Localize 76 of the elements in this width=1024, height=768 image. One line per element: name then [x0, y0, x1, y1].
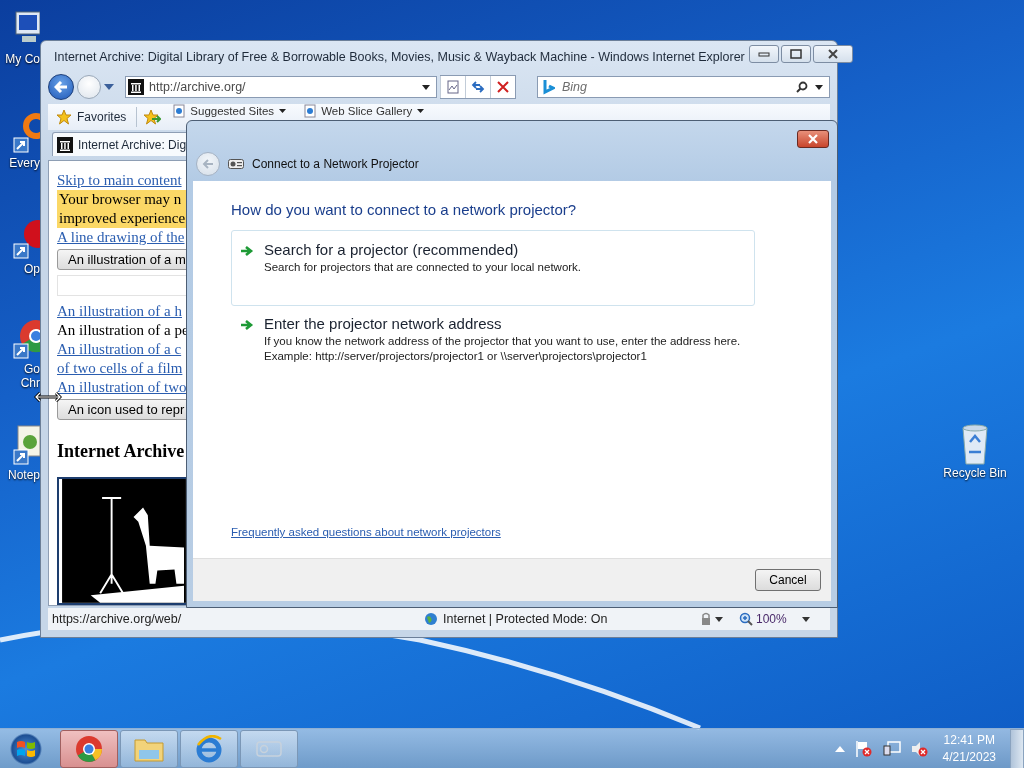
dropdown-arrow-icon — [417, 109, 425, 113]
dropdown-arrow-icon — [801, 616, 810, 622]
page-link[interactable]: A line drawing of the — [57, 228, 185, 247]
minimize-icon — [757, 51, 770, 57]
page-link[interactable]: An illustration of two — [57, 378, 187, 398]
option-description: If you know the network address of the projector that you want to use, enter the address here. — [264, 334, 741, 349]
search-field[interactable]: Bing — [537, 76, 830, 98]
cancel-button[interactable]: Cancel — [755, 569, 821, 591]
back-button[interactable] — [48, 74, 74, 100]
building-icon — [57, 136, 73, 153]
desktop-icon-label: Chr — [20, 376, 40, 390]
desktop-icon-label: Notep — [7, 468, 40, 482]
address-bar[interactable]: http://archive.org/ — [125, 76, 437, 98]
taskbar-button[interactable] — [180, 729, 238, 768]
page-link[interactable]: An illustration of a c — [57, 340, 182, 360]
page-link[interactable]: An illustration of a h — [57, 302, 182, 322]
globe-icon — [424, 612, 438, 626]
option-button[interactable]: Search for a projector (recommended) Search for projectors that are connected to your local network. — [231, 230, 755, 306]
close-button[interactable] — [812, 45, 853, 63]
minimize-button[interactable] — [748, 45, 779, 63]
page-heading: Internet Archive — [57, 442, 185, 462]
status-url: https://archive.org/web/ — [51, 612, 183, 626]
notice-text: improved experience — [59, 209, 186, 228]
desktop-icon-label: My Co — [5, 52, 40, 66]
close-button[interactable] — [797, 130, 829, 148]
browser-logo-icon — [195, 734, 223, 763]
security-zone-text: Internet | Protected Mode: On — [443, 612, 608, 626]
arrow-icon — [240, 319, 254, 331]
search-logo-icon — [543, 79, 555, 95]
favorites-link[interactable]: Web Slice Gallery — [298, 104, 431, 118]
page-icon — [304, 104, 317, 118]
projector-icon — [228, 159, 244, 169]
add-favorite-icon[interactable] — [143, 109, 162, 125]
show-hidden-icons-icon[interactable] — [834, 745, 845, 752]
help-link[interactable]: Frequently asked questions about network projectors — [231, 526, 501, 538]
page-icon — [446, 80, 460, 94]
favorites-link[interactable]: Suggested Sites — [167, 104, 293, 118]
refresh-icon — [471, 80, 485, 94]
zoom-button[interactable]: 100% — [735, 612, 814, 626]
network-icon[interactable] — [882, 739, 901, 758]
close-icon — [826, 49, 839, 59]
projector-icon — [255, 738, 283, 759]
notice-text: Your browser may n — [59, 190, 182, 209]
desktop-icon-label: Recycle Bin — [943, 466, 1007, 480]
building-icon — [128, 79, 144, 95]
dialog-question: How do you want to connect to a network projector? — [231, 201, 578, 218]
dialog-title: Connect to a Network Projector — [252, 157, 419, 171]
address-text: http://archive.org/ — [149, 80, 247, 94]
dropdown-arrow-icon[interactable] — [422, 84, 430, 90]
maximize-icon — [789, 49, 802, 59]
star-icon — [56, 109, 72, 125]
window-title: Internet Archive: Digital Library of Free & Borrowable Books, Movies, Music & Wayback Machine - Windows Internet Explorer — [54, 50, 745, 64]
flag-icon[interactable] — [854, 739, 873, 758]
search-icon[interactable] — [796, 81, 808, 93]
option-title: Enter the projector network address — [264, 315, 503, 332]
dropdown-arrow-icon[interactable] — [815, 85, 823, 90]
back-arrow-icon — [202, 159, 214, 169]
desktop-icon-label: Every — [9, 156, 40, 170]
dropdown-arrow-icon — [715, 616, 723, 622]
page-icon — [173, 104, 186, 118]
favorites-button[interactable]: Favorites — [52, 109, 131, 125]
desktop-icon-label: Go — [24, 362, 40, 376]
close-icon — [807, 134, 819, 144]
back-arrow-icon — [54, 81, 68, 93]
taskbar-button[interactable] — [60, 729, 118, 768]
page-link[interactable]: Skip to main content — [57, 171, 182, 190]
zoom-level-text: 100% — [756, 612, 787, 626]
maximize-button[interactable] — [780, 45, 811, 63]
chrome-icon — [75, 734, 103, 763]
option-description: Example: http://server/projectors/projector1 or \\server\projectors\projector1 — [264, 349, 648, 364]
close-icon — [497, 81, 509, 93]
zoom-icon — [739, 612, 753, 626]
dropdown-arrow-icon — [279, 109, 287, 113]
arrow-icon — [240, 245, 254, 257]
desktop-icon-label: Op — [24, 262, 40, 276]
page-link[interactable]: of two cells of a film — [57, 359, 183, 379]
